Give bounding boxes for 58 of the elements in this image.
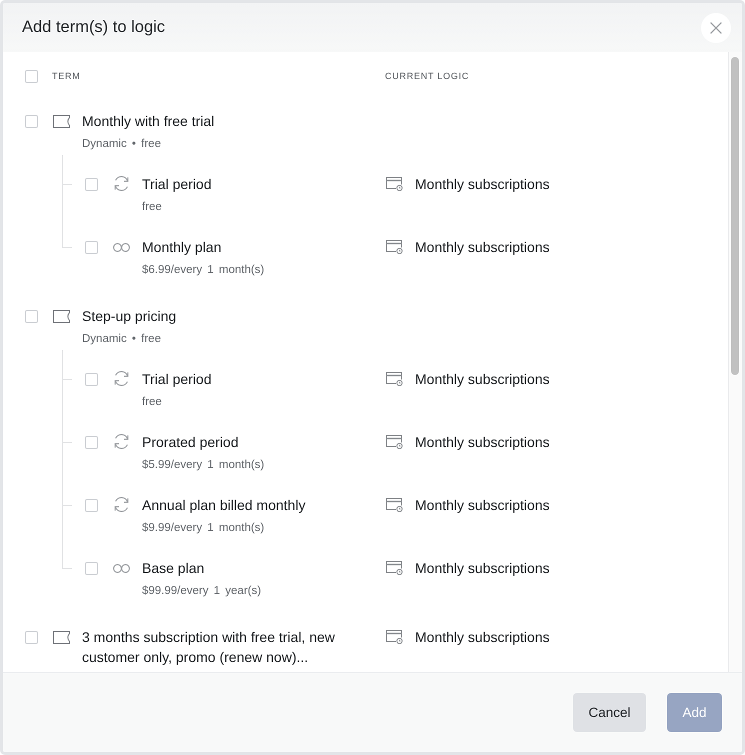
close-button[interactable] <box>701 12 731 42</box>
column-header: TERM <box>52 71 80 81</box>
card-clock-icon <box>386 177 403 191</box>
term-title: Prorated period <box>142 433 240 452</box>
refresh-icon <box>113 433 130 450</box>
term-title: Monthly with free trial <box>82 112 214 131</box>
dialog-title: Add term(s) to logic <box>22 18 166 37</box>
term-title: Trial period <box>142 370 212 389</box>
row-checkbox[interactable] <box>25 310 38 323</box>
row-checkbox[interactable] <box>25 631 38 644</box>
infinity-icon <box>113 243 130 252</box>
scrollbar-track[interactable] <box>728 52 742 672</box>
term-price: $6.99/every 1 month(s) <box>142 263 264 278</box>
refresh-icon <box>113 370 130 387</box>
row-checkbox[interactable] <box>85 373 98 386</box>
logic-name: Monthly subscriptions <box>415 370 550 389</box>
infinity-icon <box>113 564 130 573</box>
term-title: Annual plan billed monthly <box>142 496 306 515</box>
refresh-icon <box>113 175 130 192</box>
close-icon <box>710 22 722 34</box>
term-title: Trial period <box>142 175 212 194</box>
term-title: Step-up pricing <box>82 307 176 326</box>
select-all-checkbox[interactable] <box>25 70 38 82</box>
term-title: 3 months subscription with free trial, new customer only, promo (renew now)... <box>82 628 336 667</box>
term-subtitle: Dynamic • free <box>82 137 162 152</box>
card-clock-icon <box>386 561 403 575</box>
ticket-icon <box>53 115 70 128</box>
logic-name: Monthly subscriptions <box>415 496 550 515</box>
column-header: CURRENT LOGIC <box>385 71 470 81</box>
term-price: $99.99/every 1 year(s) <box>142 584 262 599</box>
row-checkbox[interactable] <box>85 562 98 575</box>
row-checkbox[interactable] <box>85 241 98 254</box>
refresh-icon <box>113 496 130 513</box>
term-title: Monthly plan <box>142 238 222 257</box>
logic-name: Monthly subscriptions <box>415 238 550 257</box>
logic-name: Monthly subscriptions <box>415 559 550 578</box>
ticket-icon <box>53 310 70 323</box>
card-clock-icon <box>386 630 403 644</box>
row-checkbox[interactable] <box>85 499 98 512</box>
card-clock-icon <box>386 240 403 254</box>
logic-name: Monthly subscriptions <box>415 175 550 194</box>
term-price: free <box>142 200 163 215</box>
logic-name: Monthly subscriptions <box>415 433 550 452</box>
logic-name: Monthly subscriptions <box>415 628 550 647</box>
row-checkbox[interactable] <box>25 115 38 128</box>
cancel-button[interactable]: Cancel <box>573 693 646 732</box>
card-clock-icon <box>386 372 403 386</box>
row-checkbox[interactable] <box>85 436 98 449</box>
row-checkbox[interactable] <box>85 178 98 191</box>
term-price: $5.99/every 1 month(s) <box>142 458 264 473</box>
term-subtitle: Dynamic • free <box>82 332 162 347</box>
scrollbar-thumb[interactable] <box>731 57 739 375</box>
term-price: free <box>142 395 163 410</box>
ticket-icon <box>53 631 70 644</box>
card-clock-icon <box>386 498 403 512</box>
term-price: $9.99/every 1 month(s) <box>142 521 266 536</box>
card-clock-icon <box>386 435 403 449</box>
term-title: Base plan <box>142 559 206 578</box>
